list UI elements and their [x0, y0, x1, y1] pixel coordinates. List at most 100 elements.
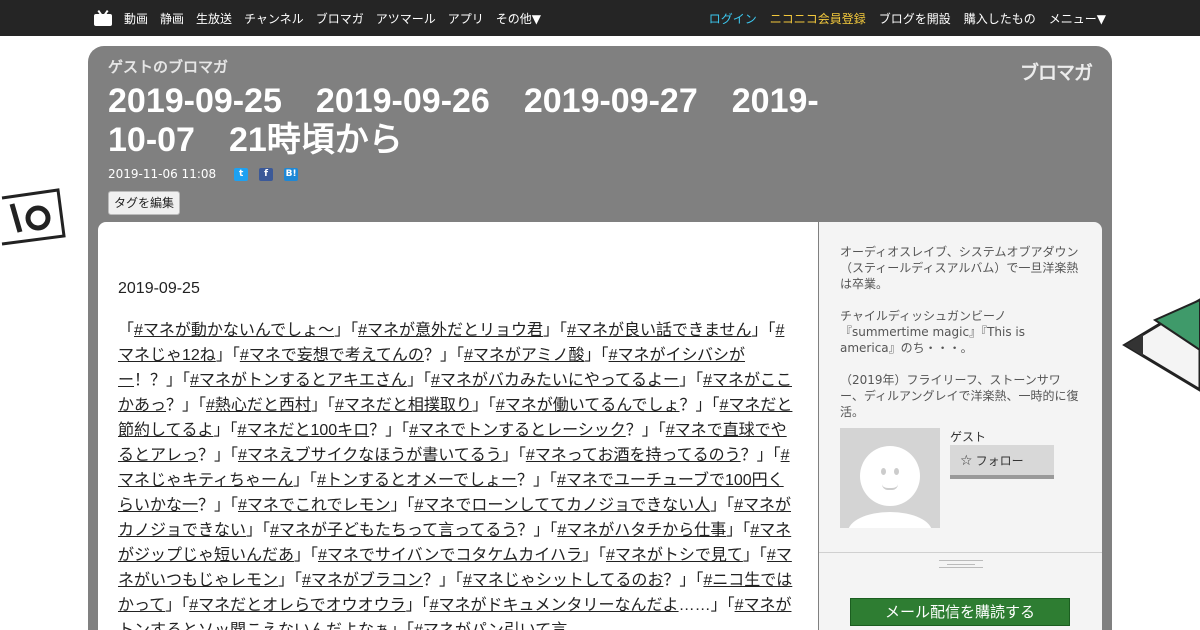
body-text-fragment: 」「 — [293, 472, 318, 489]
hashtag-link[interactable]: #マネでこれでレモン — [238, 497, 390, 514]
body-text-fragment: 」「 — [165, 597, 190, 614]
body-text-fragment: 」「 — [710, 497, 735, 514]
edit-tags-button[interactable]: タグを編集 — [108, 191, 181, 215]
niconico-tv-icon[interactable] — [94, 9, 112, 26]
body-text-fragment: 」「 — [334, 322, 359, 339]
publish-date: 2019-11-06 11:08 — [108, 167, 217, 181]
hashtag-link[interactable]: #マネがハタチから仕事 — [557, 522, 726, 539]
hashtag-link[interactable]: #マネでローンしててカノジョできない人 — [414, 497, 710, 514]
profile-paragraph: チャイルディッシュガンビーノ『summertime magic』『This is… — [840, 309, 1025, 355]
open-blog-link[interactable]: ブログを開設 — [879, 10, 951, 27]
hashtag-link[interactable]: #熱心だと西村 — [206, 397, 311, 414]
hashtag-link[interactable]: #マネがトンするとアキエさん — [190, 372, 407, 389]
body-text-fragment: ？」「 — [422, 572, 463, 589]
body-text-fragment: ？」「 — [663, 572, 704, 589]
body-text-fragment: ？」「 — [166, 397, 207, 414]
hashtag-link[interactable]: #マネがブラコン — [302, 572, 423, 589]
hashtag-link[interactable]: #マネがトシで見て — [606, 547, 743, 564]
body-text-fragment: 」「 — [215, 347, 240, 364]
body-text-fragment: 」「 — [213, 422, 238, 439]
body-text-fragment: ？」「 — [625, 422, 666, 439]
top-nav-right: ログイン ニコニコ会員登録 ブログを開設 購入したもの メニュー▼ — [696, 0, 1106, 36]
nav-channel[interactable]: チャンネル — [244, 10, 304, 27]
body-text-fragment: 」「 — [543, 322, 568, 339]
article-meta: 2019-11-06 11:08 t f B! — [108, 167, 309, 181]
body-text-fragment: 」「 — [310, 397, 335, 414]
hashtag-link[interactable]: #マネってお酒を持ってるのう — [526, 447, 741, 464]
hashtag-link[interactable]: #マネが子どもたちって言ってるう — [270, 522, 517, 539]
body-text-fragment: ？」「 — [679, 397, 720, 414]
follow-button[interactable]: ☆ フォロー — [950, 445, 1054, 479]
twitter-icon[interactable]: t — [234, 167, 249, 181]
pencil-doodle — [1122, 298, 1200, 392]
hatena-bookmark-icon[interactable]: B! — [284, 167, 299, 181]
divider — [819, 552, 1102, 553]
facebook-icon[interactable]: f — [259, 167, 274, 181]
login-link[interactable]: ログイン — [709, 10, 757, 27]
top-nav-bar: 動画 静画 生放送 チャンネル ブロマガ アツマール アプリ その他▼ ログイン… — [0, 0, 1200, 36]
star-icon: ☆ — [960, 453, 973, 469]
hashtag-link[interactable]: #マネがバカみたいにやってるよー — [431, 372, 679, 389]
hashtag-link[interactable]: #マネえブサイクなほうが書いてるう — [238, 447, 502, 464]
body-text-fragment: ？」「 — [740, 447, 781, 464]
body-text-fragment: ？」「 — [198, 497, 239, 514]
body-text-fragment: 「 — [118, 322, 135, 339]
article-text: 「#マネが動かないんでしょ〜」「#マネが意外だとリョウ君」「#マネが良い話できま… — [118, 318, 798, 630]
nav-live[interactable]: 生放送 — [196, 10, 232, 27]
blomaga-logo[interactable]: ブロマガ — [1020, 58, 1093, 85]
body-text-fragment: ！？」「 — [134, 372, 191, 389]
hashtag-link[interactable]: #マネで妄想で考えてんの — [240, 347, 424, 364]
hashtag-link[interactable]: #マネが良い話できません — [567, 322, 751, 339]
hashtag-link[interactable]: #マネがパン引いて言 — [414, 622, 567, 630]
body-text-fragment: 」「 — [471, 397, 496, 414]
hashtag-link[interactable]: #マネがドキュメンタリーなんだよ — [430, 597, 679, 614]
top-nav-left: 動画 静画 生放送 チャンネル ブロマガ アツマール アプリ その他▼ — [94, 0, 553, 36]
body-text-fragment: 」「 — [726, 522, 751, 539]
nav-atsumaru[interactable]: アツマール — [376, 10, 436, 27]
body-text-fragment: ……」「 — [678, 597, 735, 614]
nav-other-dropdown[interactable]: その他▼ — [496, 10, 541, 27]
body-text-fragment: 」「 — [278, 572, 303, 589]
hashtag-link[interactable]: #マネだと100キロ — [238, 422, 370, 439]
register-link[interactable]: ニコニコ会員登録 — [770, 10, 866, 27]
body-text-fragment: ？」「 — [517, 522, 558, 539]
body-text-fragment: ？」「 — [517, 472, 558, 489]
body-text-fragment: 」「 — [751, 322, 776, 339]
hashtag-link[interactable]: #マネじゃシットしてるのお — [463, 572, 663, 589]
body-text-fragment: 」「 — [742, 547, 767, 564]
hashtag-link[interactable]: #マネだと相撲取り — [335, 397, 472, 414]
body-text-fragment: 」「 — [581, 547, 606, 564]
post-date: 2019-09-25 — [118, 280, 200, 297]
user-name[interactable]: ゲスト — [950, 428, 986, 445]
hashtag-link[interactable]: #マネだとオレらでオウオウラ — [189, 597, 405, 614]
hashtag-link[interactable]: #トンするとオメーでしょー — [317, 472, 517, 489]
body-text-fragment: 」「 — [246, 522, 271, 539]
body-text-fragment: 」「 — [294, 547, 319, 564]
avatar[interactable] — [840, 428, 940, 528]
subscribe-email-button[interactable]: メール配信を購読する — [850, 598, 1070, 626]
nav-blomaga[interactable]: ブロマガ — [316, 10, 364, 27]
hashtag-link[interactable]: #マネでサイバンでコタケムカイハラ — [318, 547, 582, 564]
hashtag-link[interactable]: #マネが働いてるんでしょ — [496, 397, 680, 414]
body-text-fragment: 」「 — [679, 372, 704, 389]
nav-video[interactable]: 動画 — [124, 10, 148, 27]
nav-app[interactable]: アプリ — [448, 10, 484, 27]
drag-handle-icon[interactable] — [939, 560, 983, 568]
menu-dropdown[interactable]: メニュー▼ — [1049, 10, 1106, 27]
sidebar: オーディオスレイブ、システムオブアダウン（スティールディスアルバム）で一旦洋楽熱… — [819, 222, 1102, 630]
hashtag-link[interactable]: #マネがアミノ酸 — [464, 347, 585, 364]
profile-description: オーディオスレイブ、システムオブアダウン（スティールディスアルバム）で一旦洋楽熱… — [840, 244, 1083, 436]
hashtag-link[interactable]: #マネでトンするとレーシック — [409, 422, 626, 439]
body-text-fragment: 」「 — [390, 622, 414, 630]
body-text-fragment: ？」「 — [369, 422, 410, 439]
hashtag-link[interactable]: #マネが動かないんでしょ〜 — [134, 322, 334, 339]
article-body: 2019-09-25 「#マネが動かないんでしょ〜」「#マネが意外だとリョウ君」… — [98, 222, 818, 630]
body-text-fragment: 」「 — [405, 597, 430, 614]
body-text-fragment: 」「 — [390, 497, 415, 514]
hashtag-link[interactable]: #マネが意外だとリョウ君 — [358, 322, 543, 339]
article-title: 2019-09-25 2019-09-26 2019-09-27 2019-10… — [108, 82, 819, 159]
nav-seiga[interactable]: 静画 — [160, 10, 184, 27]
body-text-fragment: 」「 — [501, 447, 526, 464]
blog-name[interactable]: ゲストのブロマガ — [108, 56, 228, 77]
purchased-link[interactable]: 購入したもの — [964, 10, 1036, 27]
